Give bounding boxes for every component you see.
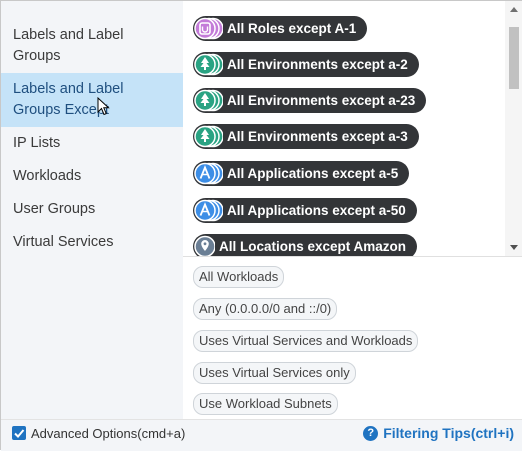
location-icon (193, 234, 215, 256)
chip-label: All Environments except a-3 (227, 129, 408, 144)
advanced-options-label[interactable]: Advanced Options(cmd+a) (31, 426, 185, 441)
chip-environment-except[interactable]: All Environments except a-3 (193, 124, 419, 149)
option-virtual-services-and-workloads[interactable]: Uses Virtual Services and Workloads (193, 330, 419, 352)
sidebar-item-ip-lists[interactable]: IP Lists (1, 127, 183, 160)
role-icon (193, 16, 223, 41)
chip-role-except[interactable]: All Roles except A-1 (193, 16, 368, 41)
app-icon (193, 198, 223, 223)
chip-application-except[interactable]: All Applications except a-50 (193, 198, 417, 223)
tree-icon (193, 52, 223, 77)
filtering-tips-label: Filtering Tips(ctrl+i) (383, 425, 514, 441)
chip-label: All Applications except a-50 (227, 203, 406, 218)
option-all-workloads[interactable]: All Workloads (193, 266, 285, 288)
option-virtual-services-only[interactable]: Uses Virtual Services only (193, 362, 356, 384)
chip-label: All Environments except a-2 (227, 57, 408, 72)
label-except-list: All Roles except A-1 All Environments ex… (183, 1, 522, 257)
sidebar-item-virtual-services[interactable]: Virtual Services (1, 226, 183, 259)
option-any-ip[interactable]: Any (0.0.0.0/0 and ::/0) (193, 298, 338, 320)
chip-environment-except[interactable]: All Environments except a-2 (193, 52, 419, 77)
app-icon (193, 161, 223, 186)
option-list: All Workloads Any (0.0.0.0/0 and ::/0) U… (183, 257, 522, 419)
category-sidebar: Labels and Label Groups Labels and Label… (1, 1, 183, 419)
scroll-up-icon[interactable] (510, 7, 518, 12)
chip-label: All Applications except a-5 (227, 166, 399, 181)
checkmark-icon (14, 429, 25, 438)
tree-icon (193, 124, 223, 149)
sidebar-item-workloads[interactable]: Workloads (1, 160, 183, 193)
advanced-options-checkbox[interactable] (12, 426, 26, 440)
list-scrollbar[interactable] (505, 1, 522, 256)
option-workload-subnets[interactable]: Use Workload Subnets (193, 393, 338, 415)
scroll-thumb[interactable] (509, 27, 519, 89)
sidebar-item-labels-except[interactable]: Labels and Label Groups Except (1, 73, 183, 127)
filtering-tips-link[interactable]: ? Filtering Tips(ctrl+i) (363, 425, 514, 441)
chip-label: All Roles except A-1 (227, 21, 357, 36)
scroll-down-icon[interactable] (510, 245, 518, 250)
sidebar-item-user-groups[interactable]: User Groups (1, 193, 183, 226)
sidebar-item-labels[interactable]: Labels and Label Groups (1, 19, 183, 73)
filter-dropdown-panel: Labels and Label Groups Labels and Label… (0, 0, 522, 451)
chip-environment-except[interactable]: All Environments except a-23 (193, 88, 427, 113)
dropdown-footer: Advanced Options(cmd+a) ? Filtering Tips… (1, 419, 522, 451)
help-icon: ? (363, 425, 379, 441)
chip-location-except[interactable]: All Locations except Amazon (193, 234, 418, 256)
chip-application-except[interactable]: All Applications except a-5 (193, 161, 410, 186)
mouse-cursor-icon (97, 97, 110, 116)
chip-label: All Locations except Amazon (219, 239, 407, 254)
chip-label: All Environments except a-23 (227, 93, 416, 108)
tree-icon (193, 88, 223, 113)
